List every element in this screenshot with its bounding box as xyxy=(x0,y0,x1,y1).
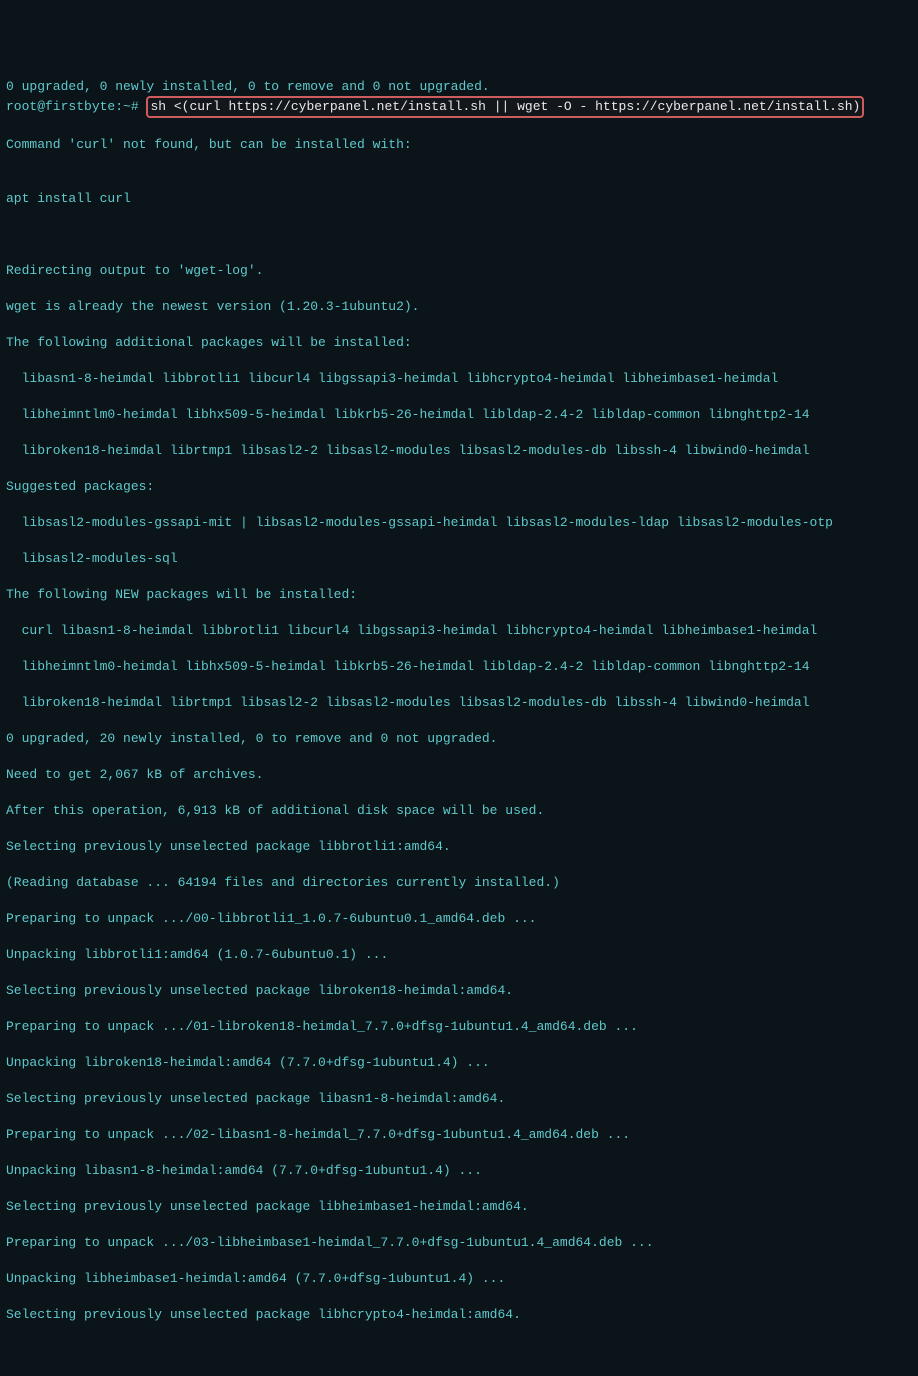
terminal-line: libsasl2-modules-sql xyxy=(6,550,912,568)
terminal-line: Selecting previously unselected package … xyxy=(6,1306,912,1324)
terminal-line: Unpacking libroken18-heimdal:amd64 (7.7.… xyxy=(6,1054,912,1072)
terminal-line: Need to get 2,067 kB of archives. xyxy=(6,766,912,784)
terminal-line: The following additional packages will b… xyxy=(6,334,912,352)
terminal-line: 0 upgraded, 20 newly installed, 0 to rem… xyxy=(6,730,912,748)
terminal-prompt-line: root@firstbyte:~# sh <(curl https://cybe… xyxy=(6,96,912,118)
terminal-line: libheimntlm0-heimdal libhx509-5-heimdal … xyxy=(6,658,912,676)
command-text: sh <(curl https://cyberpanel.net/install… xyxy=(150,99,860,114)
terminal-line: Selecting previously unselected package … xyxy=(6,1198,912,1216)
terminal-line: curl libasn1-8-heimdal libbrotli1 libcur… xyxy=(6,622,912,640)
prompt: root@firstbyte:~# xyxy=(6,99,146,114)
terminal-line: libroken18-heimdal librtmp1 libsasl2-2 l… xyxy=(6,442,912,460)
terminal-line: Unpacking libheimbase1-heimdal:amd64 (7.… xyxy=(6,1270,912,1288)
terminal-line: wget is already the newest version (1.20… xyxy=(6,298,912,316)
terminal-line: Preparing to unpack .../01-libroken18-he… xyxy=(6,1018,912,1036)
terminal-line: apt install curl xyxy=(6,190,912,208)
terminal-line: Unpacking libasn1-8-heimdal:amd64 (7.7.0… xyxy=(6,1162,912,1180)
terminal-line: Preparing to unpack .../02-libasn1-8-hei… xyxy=(6,1126,912,1144)
highlighted-command[interactable]: sh <(curl https://cyberpanel.net/install… xyxy=(146,96,864,118)
terminal-line: 0 upgraded, 0 newly installed, 0 to remo… xyxy=(6,78,912,96)
terminal-line: Preparing to unpack .../03-libheimbase1-… xyxy=(6,1234,912,1252)
terminal-line: libasn1-8-heimdal libbrotli1 libcurl4 li… xyxy=(6,370,912,388)
terminal-line: Unpacking libbrotli1:amd64 (1.0.7-6ubunt… xyxy=(6,946,912,964)
terminal-line: After this operation, 6,913 kB of additi… xyxy=(6,802,912,820)
terminal-line: libsasl2-modules-gssapi-mit | libsasl2-m… xyxy=(6,514,912,532)
terminal-line: Selecting previously unselected package … xyxy=(6,982,912,1000)
terminal-line: libheimntlm0-heimdal libhx509-5-heimdal … xyxy=(6,406,912,424)
terminal-line: (Reading database ... 64194 files and di… xyxy=(6,874,912,892)
terminal-line: Selecting previously unselected package … xyxy=(6,838,912,856)
terminal-line: The following NEW packages will be insta… xyxy=(6,586,912,604)
terminal-line: Preparing to unpack .../00-libbrotli1_1.… xyxy=(6,910,912,928)
terminal-line: Selecting previously unselected package … xyxy=(6,1090,912,1108)
terminal-line: Command 'curl' not found, but can be ins… xyxy=(6,136,912,154)
terminal-line: Redirecting output to 'wget-log'. xyxy=(6,262,912,280)
terminal-line: Suggested packages: xyxy=(6,478,912,496)
terminal-line: libroken18-heimdal librtmp1 libsasl2-2 l… xyxy=(6,694,912,712)
